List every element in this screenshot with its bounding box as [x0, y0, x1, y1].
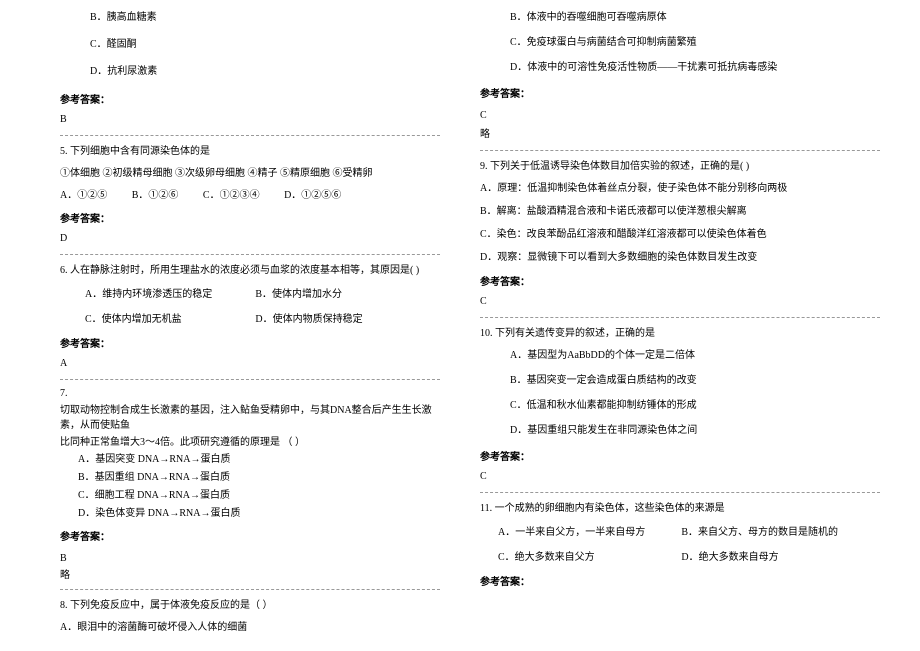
divider — [480, 150, 880, 151]
left-column: B．胰高血糖素 C．醛固酮 D．抗利尿激素 参考答案： B 5. 下列细胞中含有… — [0, 10, 460, 641]
q4-answer-label: 参考答案： — [60, 91, 440, 106]
q9-answer-label: 参考答案： — [480, 273, 880, 288]
divider — [60, 589, 440, 590]
q6-row2: C．使体内增加无机盐 D．使体内物质保持稳定 — [60, 310, 440, 325]
q4-option-b: B．胰高血糖素 — [60, 10, 440, 25]
q9-option-d: D．观察：显微镜下可以看到大多数细胞的染色体数目发生改变 — [480, 250, 880, 266]
q11-row1: A．一半来自父方，一半来自母方 B．来自父方、母方的数目是随机的 — [480, 523, 880, 538]
q7-stem1: 切取动物控制合成生长激素的基因，注入鲇鱼受精卵中，与其DNA整合后产生生长激素，… — [60, 403, 440, 433]
q9-option-c: C．染色：改良苯酚品红溶液和醋酸洋红溶液都可以使染色体着色 — [480, 227, 880, 243]
divider — [60, 254, 440, 255]
q7-option-d: D．染色体变异 DNA→RNA→蛋白质 — [60, 506, 440, 522]
q8-option-c: C．免疫球蛋白与病菌结合可抑制病菌繁殖 — [480, 35, 880, 50]
q4-option-c: C．醛固酮 — [60, 37, 440, 52]
q6-option-a: A．维持内环境渗透压的稳定 — [85, 285, 255, 300]
divider — [60, 379, 440, 380]
q8-option-d: D．体液中的可溶性免疫活性物质——干扰素可抵抗病毒感染 — [480, 60, 880, 75]
q6-stem: 6. 人在静脉注射时，所用生理盐水的浓度必须与血浆的浓度基本相等，其原因是( ) — [60, 263, 440, 279]
q5-option-d: D．①②⑤⑥ — [284, 190, 341, 201]
q11-option-b: B．来自父方、母方的数目是随机的 — [681, 523, 880, 538]
q7-num: 7. — [60, 386, 440, 401]
q9-option-b: B．解离：盐酸酒精混合液和卡诺氏液都可以使洋葱根尖解离 — [480, 204, 880, 220]
q8-option-b: B．体液中的吞噬细胞可吞噬病原体 — [480, 10, 880, 25]
q9-option-a: A．原理：低温抑制染色体着丝点分裂，使子染色体不能分别移向两极 — [480, 181, 880, 197]
q6-option-b: B．使体内增加水分 — [255, 285, 440, 300]
q6-answer-label: 参考答案： — [60, 335, 440, 350]
q6-row1: A．维持内环境渗透压的稳定 B．使体内增加水分 — [60, 285, 440, 300]
q8-answer-label: 参考答案： — [480, 85, 880, 100]
q10-answer: C — [480, 471, 880, 482]
q6-option-d: D．使体内物质保持稳定 — [255, 310, 440, 325]
q9-answer: C — [480, 296, 880, 307]
q10-stem: 10. 下列有关遗传变异的叙述，正确的是 — [480, 326, 880, 342]
q11-option-c: C．绝大多数来自父方 — [498, 548, 681, 563]
q5-stem: 5. 下列细胞中含有同源染色体的是 — [60, 144, 440, 160]
q6-option-c: C．使体内增加无机盐 — [85, 310, 255, 325]
q7-stem2: 比同种正常鱼增大3～4倍。此项研究遵循的原理是 （ ） — [60, 435, 440, 450]
q11-option-d: D．绝大多数来自母方 — [681, 548, 880, 563]
q8-option-a: A．眼泪中的溶菌酶可破坏侵入人体的细菌 — [60, 620, 440, 636]
divider — [60, 135, 440, 136]
q6-answer: A — [60, 358, 440, 369]
q5-option-c: C．①②③④ — [203, 190, 260, 201]
q7-option-c: C．细胞工程 DNA→RNA→蛋白质 — [60, 488, 440, 504]
q7-answer: B — [60, 551, 440, 566]
divider — [480, 492, 880, 493]
q7-option-b: B．基因重组 DNA→RNA→蛋白质 — [60, 470, 440, 486]
q5-items: ①体细胞 ②初级精母细胞 ③次级卵母细胞 ④精子 ⑤精原细胞 ⑥受精卵 — [60, 166, 440, 182]
q5-option-a: A．①②⑤ — [60, 190, 107, 201]
q10-option-a: A．基因型为AaBbDD的个体一定是二倍体 — [480, 348, 880, 363]
q4-answer: B — [60, 114, 440, 125]
q5-option-b: B．①②⑥ — [132, 190, 179, 201]
q10-option-c: C．低温和秋水仙素都能抑制纺锤体的形成 — [480, 398, 880, 413]
q7-option-a: A．基因突变 DNA→RNA→蛋白质 — [60, 452, 440, 468]
q10-answer-label: 参考答案： — [480, 448, 880, 463]
q5-answer-label: 参考答案： — [60, 210, 440, 225]
q7-answer-label: 参考答案： — [60, 528, 440, 543]
q4-option-d: D．抗利尿激素 — [60, 64, 440, 79]
q7-note: 略 — [60, 568, 440, 583]
q11-answer-label: 参考答案： — [480, 573, 880, 588]
q5-options: A．①②⑤ B．①②⑥ C．①②③④ D．①②⑤⑥ — [60, 188, 440, 204]
q8-note: 略 — [480, 125, 880, 140]
q11-row2: C．绝大多数来自父方 D．绝大多数来自母方 — [480, 548, 880, 563]
q10-option-d: D．基因重组只能发生在非同源染色体之间 — [480, 423, 880, 438]
q11-option-a: A．一半来自父方，一半来自母方 — [498, 523, 681, 538]
right-column: B．体液中的吞噬细胞可吞噬病原体 C．免疫球蛋白与病菌结合可抑制病菌繁殖 D．体… — [460, 10, 920, 641]
q11-stem: 11. 一个成熟的卵细胞内有染色体，这些染色体的来源是 — [480, 501, 880, 517]
divider — [480, 317, 880, 318]
q8-answer: C — [480, 108, 880, 123]
q5-answer: D — [60, 233, 440, 244]
q8-stem: 8. 下列免疫反应中，属于体液免疫反应的是（ ） — [60, 598, 440, 614]
q9-stem: 9. 下列关于低温诱导染色体数目加倍实验的叙述，正确的是( ) — [480, 159, 880, 175]
q10-option-b: B．基因突变一定会造成蛋白质结构的改变 — [480, 373, 880, 388]
